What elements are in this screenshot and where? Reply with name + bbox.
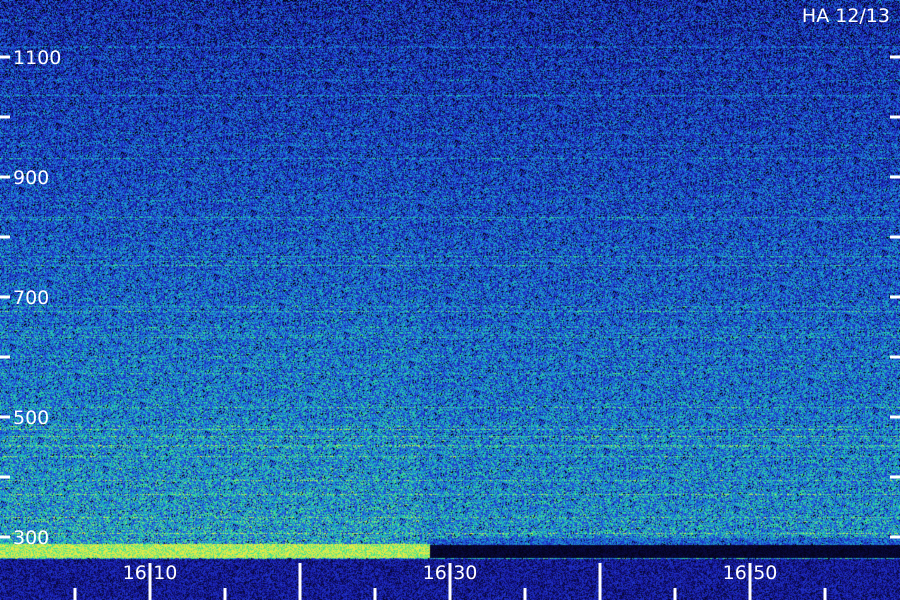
y-tick-label: 300 (13, 527, 49, 549)
x-tick-label: 16:30 (423, 562, 478, 584)
chart-overlay: 1100 900 700 500 300 16:10 16:30 16:50 HA 12/1… (0, 5, 900, 600)
y-tick-label: 1100 (13, 47, 61, 69)
y-axis: 1100 900 700 500 300 (0, 47, 900, 549)
chart-title: HA 12/13 (802, 5, 890, 27)
x-tick-label: 16:10 (123, 562, 178, 584)
y-tick-label: 500 (13, 407, 49, 429)
x-tick-label: 16:50 (723, 562, 778, 584)
y-tick-label: 900 (13, 167, 49, 189)
y-tick-label: 700 (13, 287, 49, 309)
x-axis: 16:10 16:30 16:50 (73, 562, 827, 600)
